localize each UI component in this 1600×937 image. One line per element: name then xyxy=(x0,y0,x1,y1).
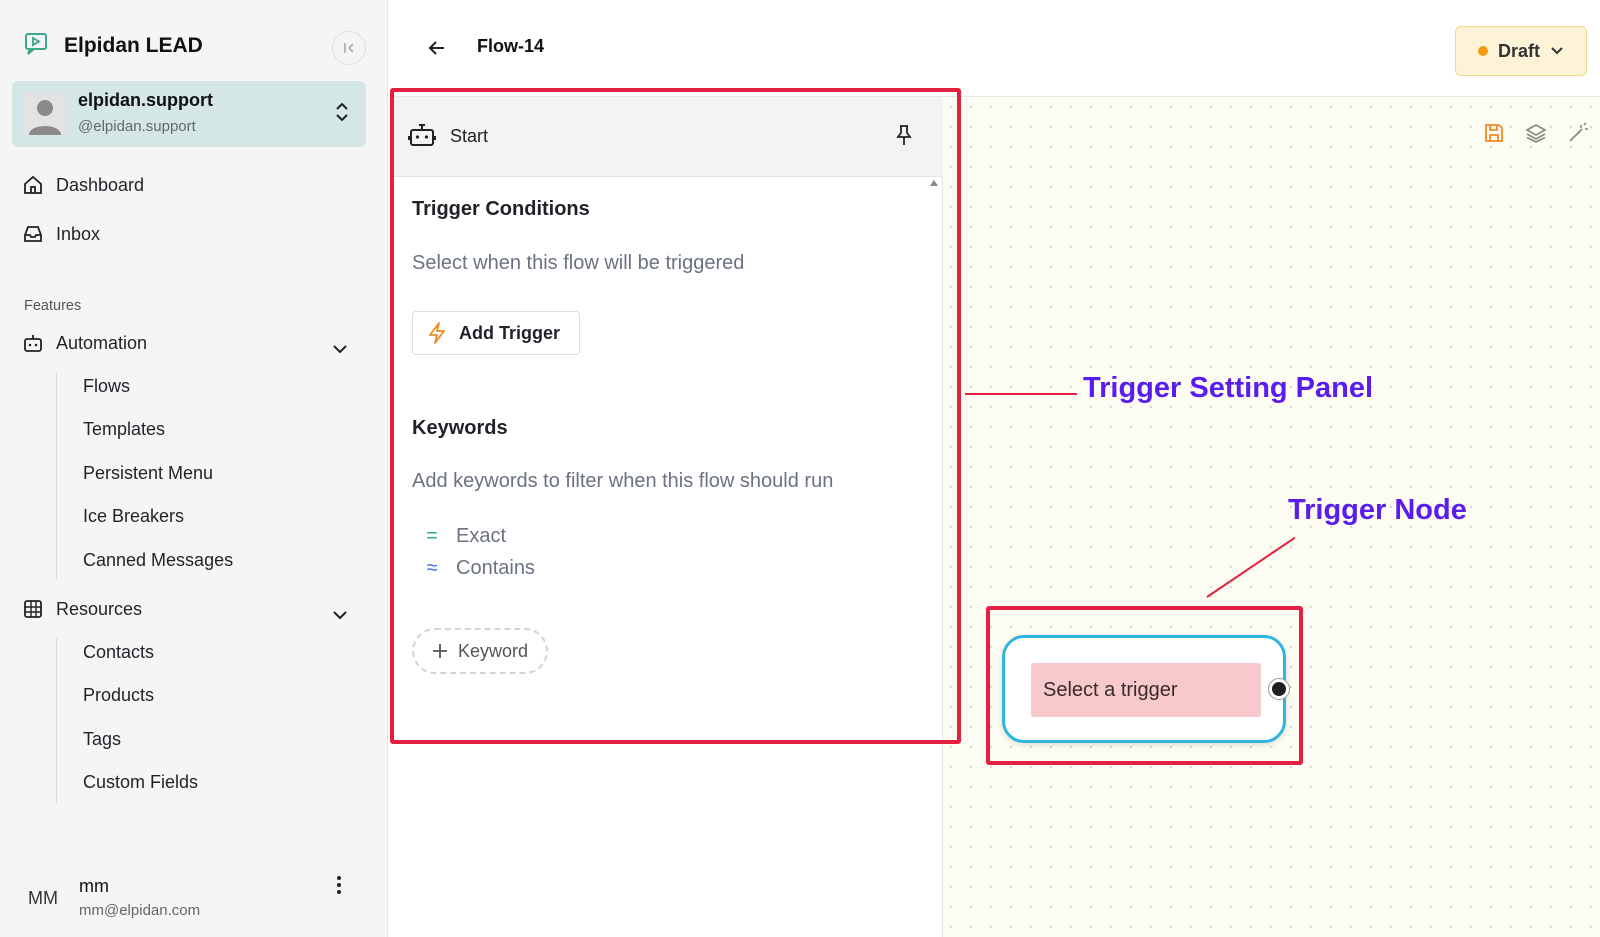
section-label-features: Features xyxy=(24,298,82,314)
top-header: Flow-14 Draft xyxy=(389,0,1600,97)
chevron-up-down-icon xyxy=(334,101,350,128)
user-profile[interactable]: MM mm mm@elpidan.com xyxy=(0,860,388,937)
brand[interactable]: Elpidan LEAD xyxy=(24,30,203,61)
sub-item-templates[interactable]: Templates xyxy=(83,419,165,440)
chevron-down-icon[interactable] xyxy=(332,608,348,626)
home-icon xyxy=(22,174,44,196)
automation-subtree-line xyxy=(56,372,57,580)
user-name: mm xyxy=(79,876,109,896)
magic-wand-icon[interactable] xyxy=(1567,122,1589,149)
status-label: Draft xyxy=(1497,40,1540,61)
canvas-toolbar xyxy=(1483,122,1589,149)
flow-canvas[interactable] xyxy=(941,97,1600,937)
nav-inbox[interactable]: Inbox xyxy=(22,223,100,245)
panel-callout-line xyxy=(965,393,1077,395)
grid-icon xyxy=(22,598,44,620)
sub-item-custom-fields[interactable]: Custom Fields xyxy=(83,772,198,793)
collapse-icon xyxy=(344,43,354,53)
nav-resources[interactable]: Resources xyxy=(22,598,142,620)
back-arrow-icon[interactable] xyxy=(427,38,447,63)
nav-dashboard-label: Dashboard xyxy=(56,174,145,195)
more-vertical-icon[interactable] xyxy=(336,874,342,901)
sub-item-flows[interactable]: Flows xyxy=(83,376,130,397)
brand-title: Elpidan LEAD xyxy=(64,33,203,57)
account-handle: @elpidan.support xyxy=(78,118,196,135)
sub-item-tags[interactable]: Tags xyxy=(83,729,121,750)
sub-item-canned-messages[interactable]: Canned Messages xyxy=(83,550,233,571)
chevron-down-icon[interactable] xyxy=(332,342,348,360)
panel-highlight-box xyxy=(390,88,961,744)
status-dropdown[interactable]: Draft xyxy=(1455,26,1587,76)
flow-title: Flow-14 xyxy=(477,36,545,56)
layers-icon[interactable] xyxy=(1525,122,1547,149)
collapse-sidebar-button[interactable] xyxy=(332,31,366,65)
chat-play-icon xyxy=(24,30,50,61)
sub-item-products[interactable]: Products xyxy=(83,685,154,706)
sub-item-contacts[interactable]: Contacts xyxy=(83,642,154,663)
sub-item-persistent-menu[interactable]: Persistent Menu xyxy=(83,463,213,484)
robot-icon xyxy=(22,332,44,354)
node-highlight-box xyxy=(986,606,1303,765)
sub-item-ice-breakers[interactable]: Ice Breakers xyxy=(83,506,184,527)
user-email: mm@elpidan.com xyxy=(79,902,201,919)
nav-automation[interactable]: Automation xyxy=(22,332,147,354)
panel-callout-label: Trigger Setting Panel xyxy=(1083,372,1374,404)
node-callout-label: Trigger Node xyxy=(1288,494,1467,526)
resources-subtree-line xyxy=(56,638,57,804)
nav-inbox-label: Inbox xyxy=(56,223,101,244)
chevron-down-icon xyxy=(1551,47,1563,55)
user-initials: MM xyxy=(28,888,58,908)
sidebar: Elpidan LEAD elpidan.support @elpidan.su… xyxy=(0,0,388,937)
nav-dashboard[interactable]: Dashboard xyxy=(22,174,144,196)
inbox-icon xyxy=(22,223,44,245)
status-dot xyxy=(1477,46,1488,56)
account-name: elpidan.support xyxy=(78,90,213,110)
nav-automation-label: Automation xyxy=(56,332,148,353)
avatar xyxy=(24,93,66,135)
nav-resources-label: Resources xyxy=(56,598,143,619)
save-icon[interactable] xyxy=(1483,122,1505,149)
account-switcher[interactable]: elpidan.support @elpidan.support xyxy=(12,81,366,147)
